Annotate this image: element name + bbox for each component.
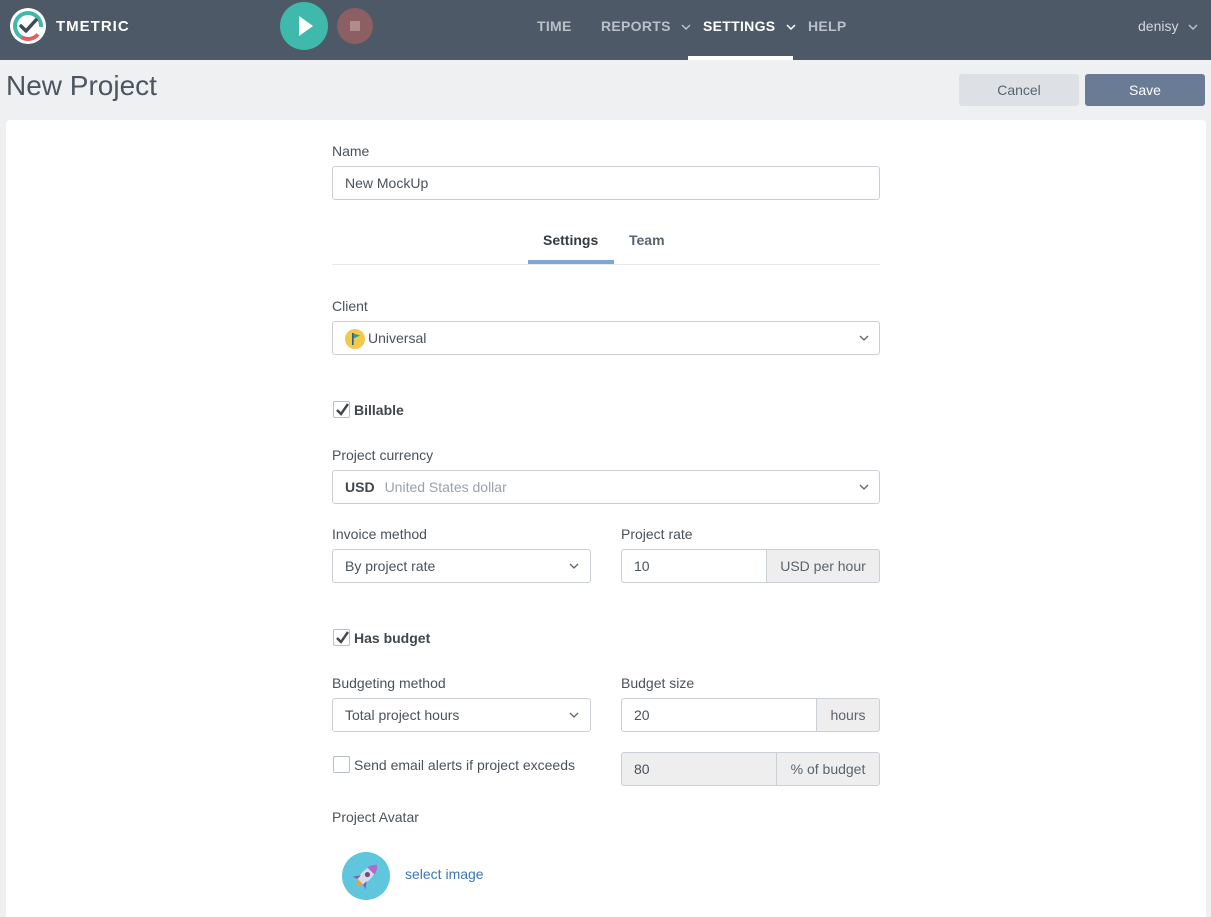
chevron-down-icon (859, 335, 869, 341)
project-avatar-label: Project Avatar (332, 809, 419, 825)
has-budget-label: Has budget (354, 630, 431, 646)
app-logo[interactable]: TMETRIC (10, 8, 130, 44)
billable-checkbox[interactable] (333, 401, 350, 418)
brand-name: TMETRIC (56, 17, 130, 35)
nav-item-label: TIME (537, 18, 572, 34)
stop-timer-button[interactable] (337, 8, 373, 44)
project-rate-unit: USD per hour (766, 549, 880, 583)
user-menu[interactable]: denisy (1138, 0, 1198, 60)
alert-threshold-input[interactable]: 80 (621, 752, 777, 786)
play-icon (299, 16, 313, 36)
email-alerts-label: Send email alerts if project exceeds (354, 757, 575, 773)
save-button[interactable]: Save (1085, 74, 1205, 106)
invoice-method-value: By project rate (345, 558, 436, 574)
alert-threshold-unit: % of budget (776, 752, 880, 786)
nav-item-help[interactable]: HELP (808, 0, 847, 60)
email-alerts-checkbox[interactable] (333, 756, 350, 773)
chevron-down-icon (786, 24, 796, 31)
stop-icon (350, 21, 360, 31)
client-flag-icon (345, 329, 365, 349)
has-budget-checkbox[interactable] (333, 629, 350, 646)
invoice-method-label: Invoice method (332, 526, 427, 542)
project-avatar-image[interactable] (342, 852, 390, 900)
tmetric-logo-icon (10, 8, 46, 44)
top-navigation-bar: TMETRIC TIME REPORTS SETTINGS HELP denis… (0, 0, 1211, 60)
nav-item-label: HELP (808, 18, 847, 34)
chevron-down-icon (569, 563, 579, 569)
user-name: denisy (1138, 18, 1179, 34)
active-tab-indicator (528, 260, 614, 264)
budget-size-label: Budget size (621, 675, 695, 691)
chevron-down-icon (859, 484, 869, 490)
budget-size-unit: hours (816, 698, 880, 732)
tab-settings[interactable]: Settings (543, 232, 598, 248)
tab-team[interactable]: Team (629, 232, 665, 248)
nav-item-label: REPORTS (601, 18, 671, 34)
project-name-input[interactable]: New MockUp (332, 166, 880, 200)
budgeting-method-select[interactable]: Total project hours (332, 698, 591, 732)
select-image-link[interactable]: select image (405, 866, 484, 882)
currency-select[interactable]: USD United States dollar (332, 470, 880, 504)
nav-item-time[interactable]: TIME (537, 0, 572, 60)
budgeting-method-value: Total project hours (345, 707, 460, 723)
nav-item-reports[interactable]: REPORTS (601, 0, 691, 60)
start-timer-button[interactable] (280, 2, 328, 50)
cancel-button[interactable]: Cancel (959, 74, 1079, 106)
currency-name: United States dollar (384, 479, 507, 495)
checkmark-icon (336, 631, 349, 644)
budget-size-input[interactable]: 20 (621, 698, 817, 732)
billable-label: Billable (354, 402, 404, 418)
currency-code: USD (345, 479, 375, 495)
active-nav-indicator (688, 56, 793, 60)
currency-label: Project currency (332, 447, 434, 463)
client-value: Universal (368, 330, 427, 346)
chevron-down-icon (1188, 24, 1198, 31)
name-label: Name (332, 143, 370, 159)
chevron-down-icon (681, 24, 691, 31)
invoice-method-select[interactable]: By project rate (332, 549, 591, 583)
project-rate-label: Project rate (621, 526, 693, 542)
chevron-down-icon (569, 712, 579, 718)
page-title: New Project (6, 70, 157, 101)
tabs-divider (332, 264, 880, 265)
rocket-icon (352, 864, 378, 890)
project-rate-input[interactable]: 10 (621, 549, 767, 583)
client-label: Client (332, 298, 368, 314)
project-form-card (6, 120, 1206, 917)
budgeting-method-label: Budgeting method (332, 675, 446, 691)
client-select[interactable]: Universal (332, 321, 880, 355)
nav-item-label: SETTINGS (703, 18, 776, 34)
nav-item-settings[interactable]: SETTINGS (703, 0, 796, 60)
checkmark-icon (336, 403, 349, 416)
